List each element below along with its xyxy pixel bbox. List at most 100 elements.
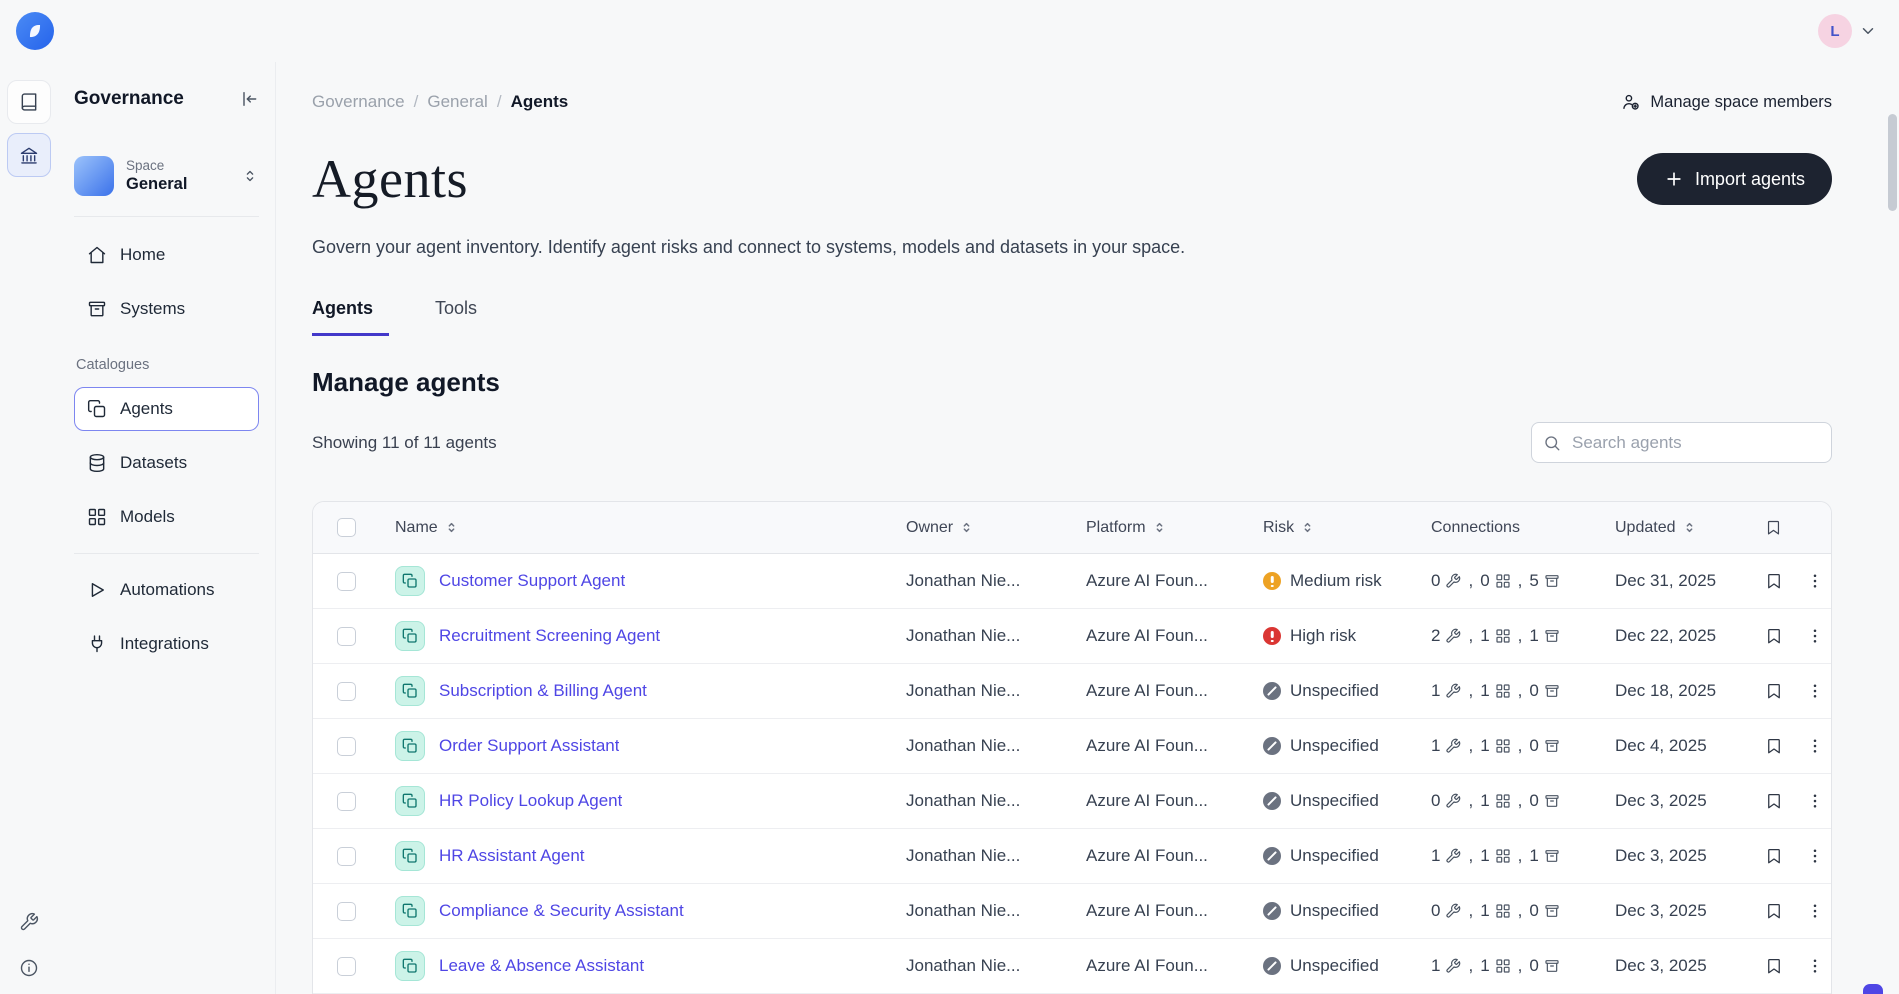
bookmark-icon[interactable] [1765,847,1783,865]
agent-name-link[interactable]: Subscription & Billing Agent [439,681,647,701]
column-header-owner[interactable]: Owner [906,519,1086,537]
app-logo[interactable] [16,12,54,50]
wrench-icon [1445,903,1461,919]
agent-name-link[interactable]: Order Support Assistant [439,736,619,756]
chevron-down-icon[interactable] [1859,22,1877,40]
sidebar-item-label: Home [120,245,165,265]
agent-name-link[interactable]: HR Assistant Agent [439,846,585,866]
row-checkbox[interactable] [337,682,356,701]
row-menu-button[interactable] [1806,737,1824,755]
collapse-sidebar-button[interactable] [239,89,259,109]
row-menu-button[interactable] [1806,957,1824,975]
owner-cell: Jonathan Nie... [906,571,1086,591]
avatar[interactable]: L [1818,14,1852,48]
select-all-checkbox[interactable] [337,518,356,537]
rail-item-docs[interactable] [7,80,51,124]
grid-icon [1495,793,1511,809]
agent-name-link[interactable]: Customer Support Agent [439,571,625,591]
updated-cell: Dec 3, 2025 [1615,901,1765,921]
account-menu[interactable]: L [1818,14,1877,48]
datasets-count: 0 [1529,956,1559,976]
row-checkbox[interactable] [337,792,356,811]
bookmark-icon[interactable] [1765,902,1783,920]
tools-count: 1 [1431,956,1480,976]
column-header-bookmark[interactable] [1765,519,1799,536]
tab-agents[interactable]: Agents [312,298,389,336]
sidebar-item-agents[interactable]: Agents [74,387,259,431]
main-content: Governance General Agents Manage space m… [276,62,1899,994]
column-label: Updated [1615,519,1676,537]
tools-count: 1 [1431,846,1480,866]
search-input[interactable] [1531,422,1832,463]
bookmark-icon[interactable] [1765,682,1783,700]
space-selector[interactable]: Space General [74,156,259,196]
floating-widget-partial[interactable] [1863,984,1883,994]
wrench-icon [1445,793,1461,809]
kebab-icon [1806,737,1824,755]
sidebar-item-automations[interactable]: Automations [74,568,259,612]
home-icon [87,245,107,265]
row-checkbox[interactable] [337,957,356,976]
search-icon [1543,434,1561,452]
kebab-icon [1806,957,1824,975]
agent-name-link[interactable]: Compliance & Security Assistant [439,901,684,921]
bookmark-icon[interactable] [1765,572,1783,590]
sidebar: Governance Space General Home Syst [58,62,276,994]
row-checkbox[interactable] [337,737,356,756]
table-header-row: Name Owner Platform Risk Connections [313,502,1831,554]
sidebar-item-integrations[interactable]: Integrations [74,622,259,666]
row-checkbox[interactable] [337,627,356,646]
breadcrumb-item-governance[interactable]: Governance [312,92,427,112]
archive-icon [1544,683,1560,699]
rail-bottom [0,912,58,978]
connections-cell: 1 1 0 [1431,736,1615,756]
connections-cell: 1 1 0 [1431,956,1615,976]
breadcrumb-item-general[interactable]: General [427,92,510,112]
agent-name-link[interactable]: Recruitment Screening Agent [439,626,660,646]
row-menu-button[interactable] [1806,627,1824,645]
sidebar-item-home[interactable]: Home [74,233,259,277]
row-checkbox[interactable] [337,902,356,921]
agent-icon [395,731,425,761]
plug-icon [87,634,107,654]
agent-name-link[interactable]: HR Policy Lookup Agent [439,791,622,811]
bookmark-icon[interactable] [1765,627,1783,645]
datasets-count: 0 [1529,901,1559,921]
search-box [1531,422,1832,463]
platform-cell: Azure AI Foun... [1086,571,1263,591]
row-menu-button[interactable] [1806,572,1824,590]
row-menu-button[interactable] [1806,847,1824,865]
wrench-icon[interactable] [19,912,39,932]
row-menu-button[interactable] [1806,792,1824,810]
import-agents-button[interactable]: Import agents [1637,153,1832,205]
row-menu-button[interactable] [1806,682,1824,700]
column-header-risk[interactable]: Risk [1263,519,1431,537]
bookmark-icon[interactable] [1765,957,1783,975]
sort-icon [960,521,973,534]
agent-name-link[interactable]: Leave & Absence Assistant [439,956,644,976]
wrench-icon [1445,628,1461,644]
rail-item-governance[interactable] [7,133,51,177]
scrollbar-thumb[interactable] [1888,114,1897,211]
bookmark-icon[interactable] [1765,792,1783,810]
row-checkbox[interactable] [337,847,356,866]
grid-icon [87,507,107,527]
tab-tools[interactable]: Tools [435,298,493,336]
column-header-platform[interactable]: Platform [1086,519,1263,537]
sidebar-title: Governance [74,88,184,110]
info-icon[interactable] [19,958,39,978]
logo-swirl-icon [24,20,46,42]
sidebar-item-models[interactable]: Models [74,495,259,539]
column-header-updated[interactable]: Updated [1615,519,1765,537]
datasets-count: 1 [1529,626,1559,646]
manage-space-members-button[interactable]: Manage space members [1621,92,1832,112]
column-header-name[interactable]: Name [361,519,906,537]
database-icon [87,453,107,473]
sidebar-item-systems[interactable]: Systems [74,287,259,331]
archive-icon [1544,848,1560,864]
kebab-icon [1806,847,1824,865]
row-menu-button[interactable] [1806,902,1824,920]
sidebar-item-datasets[interactable]: Datasets [74,441,259,485]
bookmark-icon[interactable] [1765,737,1783,755]
row-checkbox[interactable] [337,572,356,591]
